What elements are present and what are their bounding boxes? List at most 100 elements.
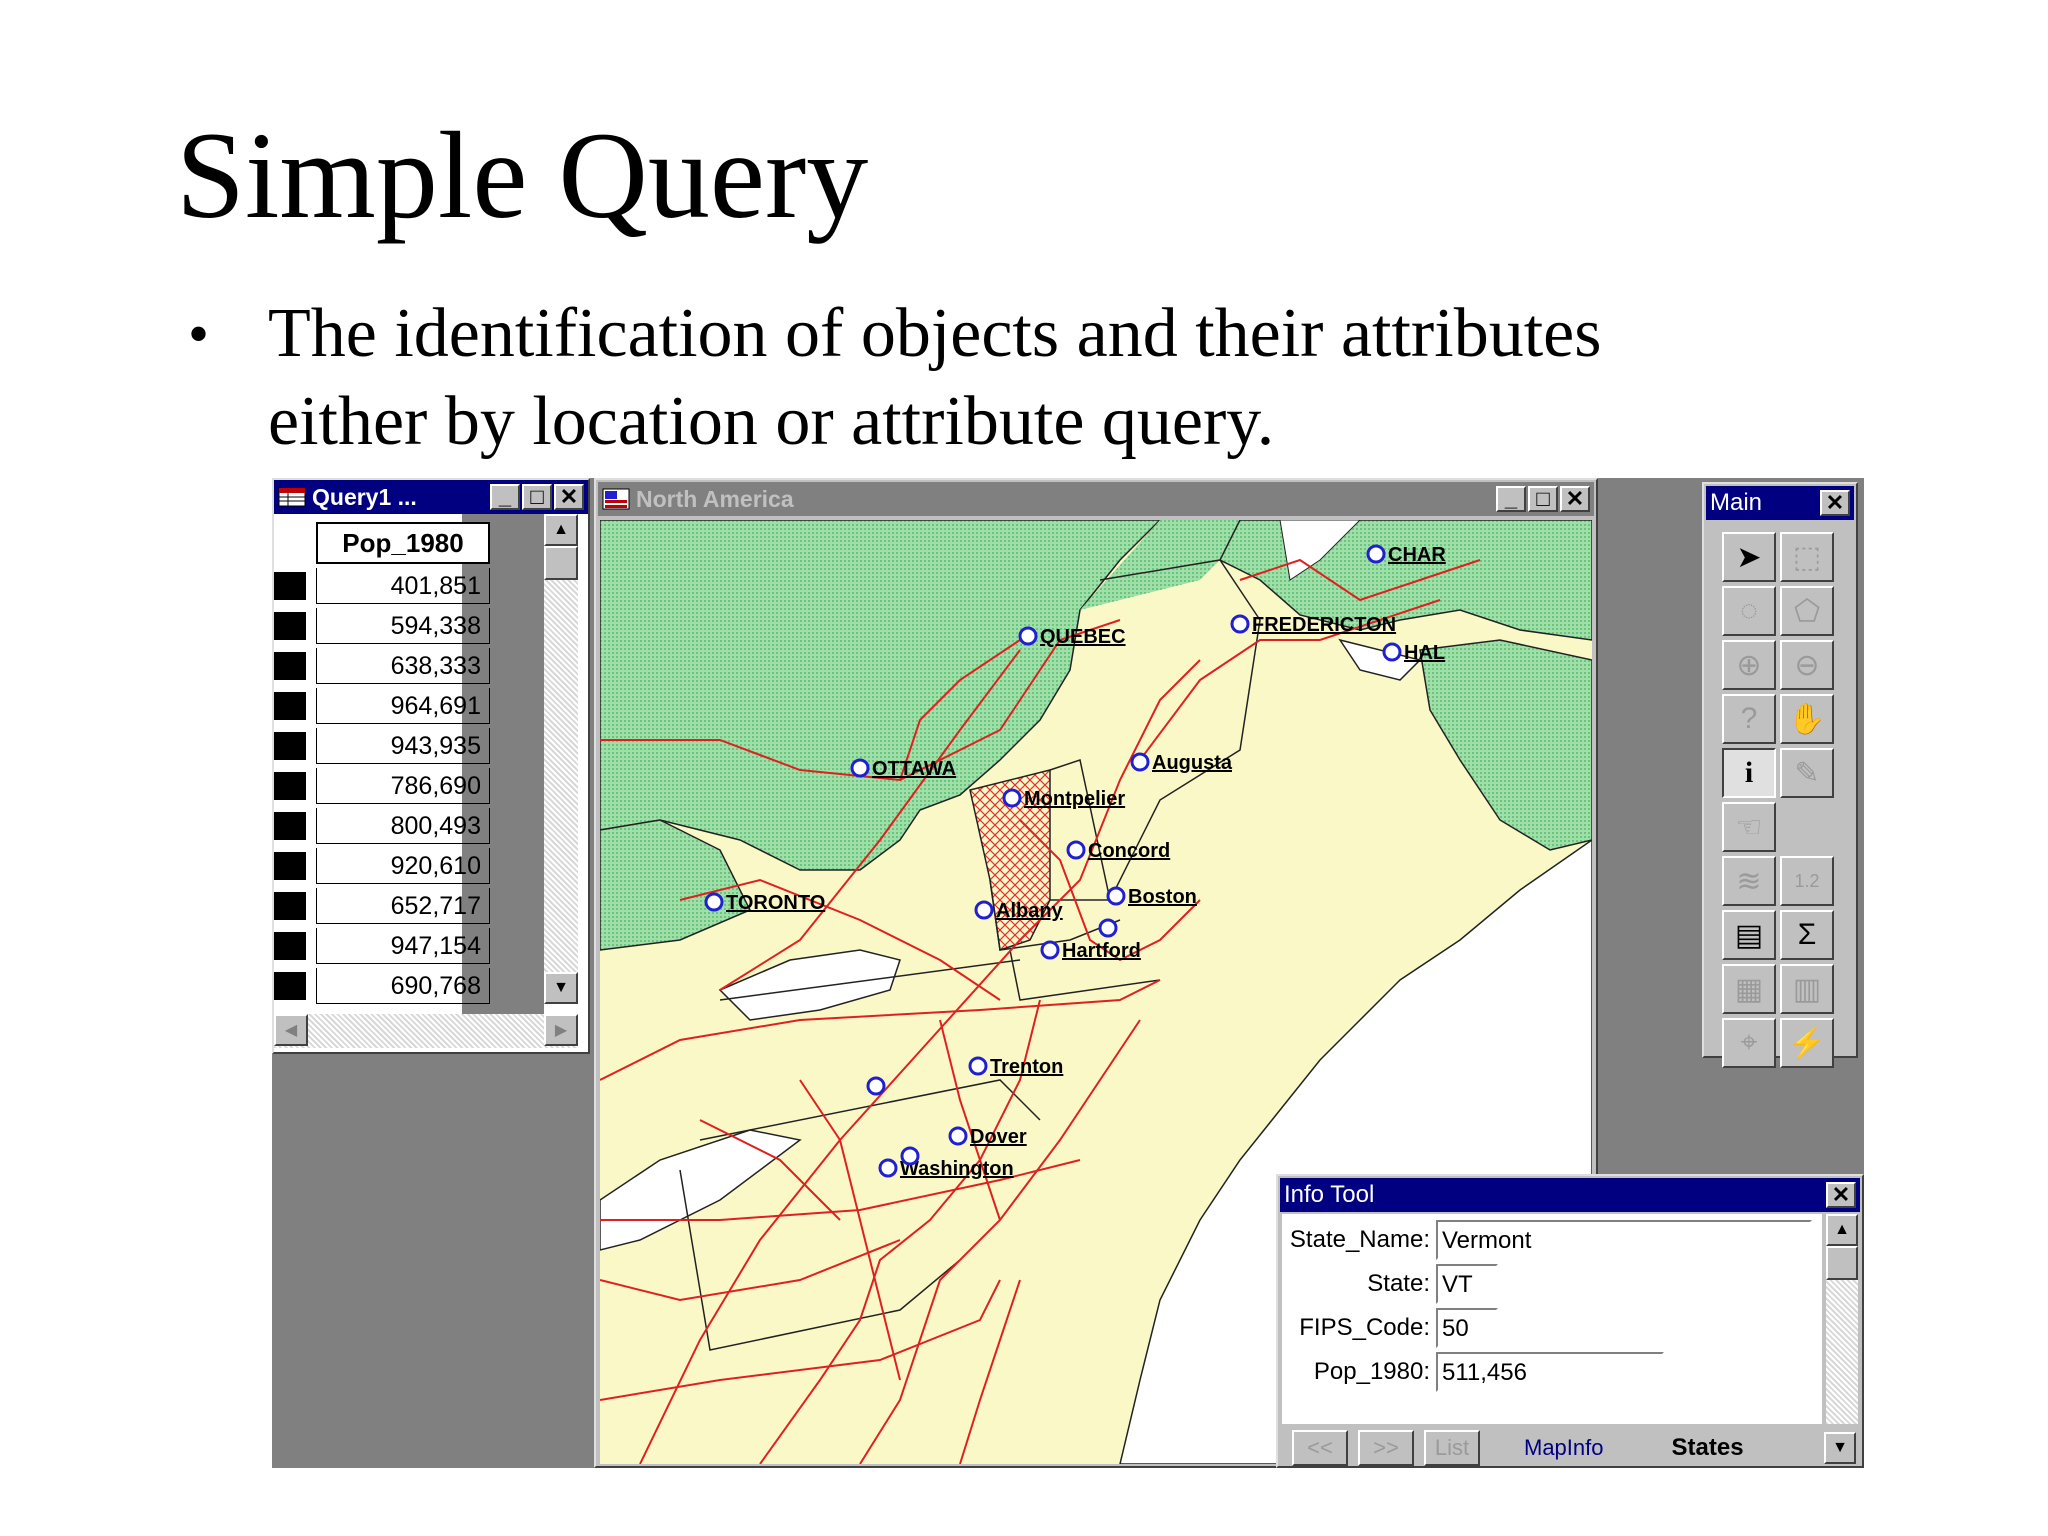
scroll-thumb[interactable] — [544, 546, 578, 580]
radius-select-tool[interactable]: ◌ — [1722, 586, 1776, 636]
statistics-tool[interactable]: Σ — [1780, 910, 1834, 960]
show-hide-tool[interactable]: ⌖ — [1722, 1018, 1776, 1068]
maximize-button[interactable]: □ — [522, 484, 552, 510]
row-selector[interactable] — [274, 972, 306, 1000]
scroll-down-button[interactable]: ▼ — [544, 972, 578, 1004]
list-button[interactable]: List — [1424, 1430, 1480, 1466]
main-toolbar-titlebar[interactable]: Main ✕ — [1706, 486, 1854, 520]
label-tool[interactable]: ✎ — [1780, 748, 1834, 798]
table-row[interactable]: 690,768 — [274, 966, 514, 1006]
zoom-in-tool[interactable]: ⊕ — [1722, 640, 1776, 690]
statistics-icon: Σ — [1797, 918, 1817, 951]
scroll-up-button[interactable]: ▲ — [544, 514, 578, 546]
table-row[interactable]: 964,691 — [274, 686, 514, 726]
change-view-icon: ? — [1740, 702, 1758, 735]
browse-tool[interactable]: ▤ — [1722, 910, 1776, 960]
zoom-out-tool[interactable]: ⊖ — [1780, 640, 1834, 690]
horizontal-scrollbar[interactable]: ◀ ▶ — [274, 1014, 578, 1048]
pop-1980-value[interactable]: 511,456 — [1436, 1352, 1664, 1392]
select-tool[interactable]: ➤ — [1722, 532, 1776, 582]
column-header-pop-1980[interactable]: Pop_1980 — [316, 522, 490, 564]
ruler-tool[interactable]: 1.2 — [1780, 856, 1834, 906]
close-button[interactable]: ✕ — [1820, 490, 1850, 516]
fips-code-value[interactable]: 50 — [1436, 1308, 1498, 1348]
city-label: OTTAWA — [872, 758, 956, 780]
row-selector[interactable] — [274, 692, 306, 720]
row-selector[interactable] — [274, 732, 306, 760]
city-label: FREDERICTON — [1252, 614, 1396, 636]
scroll-left-button[interactable]: ◀ — [274, 1014, 308, 1046]
info-tool-titlebar[interactable]: Info Tool ✕ — [1280, 1178, 1860, 1212]
graph-tool[interactable]: ▥ — [1780, 964, 1834, 1014]
previous-record-button[interactable]: << — [1292, 1430, 1348, 1466]
table-row[interactable]: 652,717 — [274, 886, 514, 926]
city-label: Dover — [970, 1126, 1027, 1148]
row-selector[interactable] — [274, 652, 306, 680]
main-toolbar-title: Main — [1710, 489, 1763, 516]
table-cell[interactable]: 800,493 — [316, 808, 490, 844]
row-selector[interactable] — [274, 812, 306, 840]
table-cell[interactable]: 920,610 — [316, 848, 490, 884]
query-titlebar[interactable]: Query1 ... _ □ ✕ — [274, 480, 588, 514]
hotlink-tool[interactable]: ⚡ — [1780, 1018, 1834, 1068]
field-row: Pop_1980: 511,456 — [1282, 1352, 1664, 1392]
scroll-right-button[interactable]: ▶ — [544, 1014, 578, 1046]
next-record-button[interactable]: >> — [1358, 1430, 1414, 1466]
city-label: Montpelier — [1024, 788, 1125, 810]
scroll-down-button[interactable]: ▼ — [1824, 1432, 1856, 1464]
close-button[interactable]: ✕ — [1826, 1182, 1856, 1208]
minimize-button[interactable]: _ — [490, 484, 520, 510]
row-selector[interactable] — [274, 932, 306, 960]
map-window-title: North America — [636, 485, 794, 512]
table-cell[interactable]: 786,690 — [316, 768, 490, 804]
state-value[interactable]: VT — [1436, 1264, 1498, 1304]
maximize-button[interactable]: □ — [1528, 486, 1558, 512]
hotlink-icon: ⚡ — [1788, 1026, 1826, 1060]
row-selector[interactable] — [274, 892, 306, 920]
table-row[interactable]: 638,333 — [274, 646, 514, 686]
minimize-button[interactable]: _ — [1496, 486, 1526, 512]
table-cell[interactable]: 947,154 — [316, 928, 490, 964]
row-selector[interactable] — [274, 612, 306, 640]
table-cell[interactable]: 652,717 — [316, 888, 490, 924]
row-selector[interactable] — [274, 852, 306, 880]
table-row[interactable]: 943,935 — [274, 726, 514, 766]
table-row[interactable]: 800,493 — [274, 806, 514, 846]
info-vertical-scrollbar[interactable]: ▲ — [1826, 1214, 1858, 1424]
drag-window-tool[interactable]: ☜ — [1722, 802, 1776, 852]
select-arrow-icon: ➤ — [1736, 540, 1762, 574]
table-cell[interactable]: 638,333 — [316, 648, 490, 684]
vertical-scrollbar[interactable]: ▲ ▼ — [544, 514, 578, 1004]
city-label: Trenton — [990, 1056, 1063, 1078]
scroll-thumb[interactable] — [1826, 1246, 1858, 1280]
scroll-up-button[interactable]: ▲ — [1826, 1214, 1858, 1246]
grabber-tool[interactable]: ✋ — [1780, 694, 1834, 744]
state-name-value[interactable]: Vermont — [1436, 1220, 1812, 1260]
info-tool[interactable]: i — [1722, 748, 1776, 798]
drag-window-icon: ☜ — [1735, 810, 1763, 844]
minimize-icon: _ — [1504, 486, 1518, 511]
table-row[interactable]: 401,851 — [274, 566, 514, 606]
close-button[interactable]: ✕ — [554, 484, 584, 510]
table-row[interactable]: 947,154 — [274, 926, 514, 966]
table-row[interactable]: 594,338 — [274, 606, 514, 646]
table-row[interactable]: 786,690 — [274, 766, 514, 806]
change-view-tool[interactable]: ? — [1722, 694, 1776, 744]
layer-control-tool[interactable]: ≋ — [1722, 856, 1776, 906]
marquee-select-tool[interactable]: ⬚ — [1780, 532, 1834, 582]
row-selector[interactable] — [274, 572, 306, 600]
table-cell[interactable]: 594,338 — [316, 608, 490, 644]
map-titlebar[interactable]: North America _ □ ✕ — [598, 482, 1594, 516]
region-select-tool[interactable]: ⬠ — [1780, 586, 1834, 636]
table-row[interactable]: 920,610 — [274, 846, 514, 886]
legend-tool[interactable]: ▦ — [1722, 964, 1776, 1014]
table-rows: 401,851 594,338 638,333 964,691 943,935 … — [274, 566, 514, 1006]
table-cell[interactable]: 690,768 — [316, 968, 490, 1004]
table-cell[interactable]: 401,851 — [316, 568, 490, 604]
table-cell[interactable]: 943,935 — [316, 728, 490, 764]
radius-select-icon: ◌ — [1740, 594, 1758, 627]
mapinfo-brand: MapInfo — [1524, 1435, 1604, 1460]
close-button[interactable]: ✕ — [1560, 486, 1590, 512]
row-selector[interactable] — [274, 772, 306, 800]
table-cell[interactable]: 964,691 — [316, 688, 490, 724]
